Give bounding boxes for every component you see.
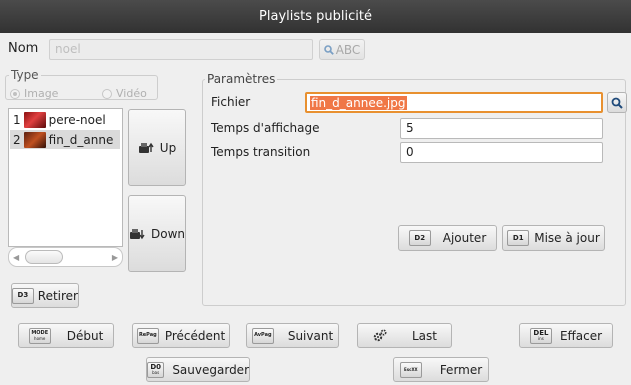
printer-down-icon [129,228,145,239]
retirer-label: Retirer [37,288,78,303]
effacer-label: Effacer [559,328,603,343]
fermer-button[interactable]: EscXX Fermer [393,357,489,382]
printer-up-icon [138,142,154,153]
temps-transition-label: Temps transition [211,145,311,159]
key-badge: D3 [12,287,34,304]
magnifier-icon [323,44,334,55]
magnifier-icon [611,97,623,109]
key-badge: DEL ins [529,327,552,344]
effacer-button[interactable]: DEL ins Effacer [519,323,613,348]
key-badge: MODE home [28,327,51,344]
up-button[interactable]: Up [128,109,186,186]
key-badge: D1 [507,230,530,246]
list-item-thumbnail [23,131,46,148]
list-item-index: 2 [13,132,21,147]
radio-video-label: Vidéo [116,87,147,100]
fichier-search-button[interactable] [607,92,627,113]
window-title: Playlists publicité [0,0,631,33]
key-badge: AvPag [251,327,274,344]
parametres-group [202,79,626,306]
radio-video-dot [102,88,112,99]
temps-transition-input[interactable]: 0 [400,142,603,163]
key-subtext: home [34,336,46,341]
nom-input[interactable]: noel [49,39,313,60]
fichier-input[interactable]: fin_d_annee.jpg [305,92,603,113]
list-item-index: 1 [13,112,21,127]
radio-image-dot [10,88,20,99]
precedent-button[interactable]: RePag Précédent [132,323,230,348]
key-badge: EscXX [399,361,422,378]
temps-affichage-input[interactable]: 5 [400,118,603,139]
temps-affichage-label: Temps d'affichage [211,121,320,135]
retirer-button[interactable]: D3 Retirer [11,283,79,308]
debut-button[interactable]: MODE home Début [18,323,114,348]
key-badge: D2 [408,230,431,246]
sauvegarder-label: Sauvegarder [172,362,249,377]
list-item-thumbnail [23,111,46,128]
radio-image[interactable]: Image [10,87,58,100]
suivant-label: Suivant [287,328,334,343]
scroll-right-icon[interactable]: ▶ [112,253,118,262]
gears-icon [373,328,387,341]
suivant-button[interactable]: AvPag Suivant [246,323,339,348]
down-label: Down [150,226,185,241]
last-button[interactable]: Last [357,323,452,348]
fichier-label: Fichier [211,95,251,109]
parametres-label: Paramètres [205,72,278,86]
last-label: Last [412,328,437,343]
nom-label: Nom [8,41,39,56]
radio-video[interactable]: Vidéo [102,87,147,100]
sauvegarder-button[interactable]: D0 bas Sauvegarder [146,357,250,382]
list-item-name: pere-noel [48,112,106,127]
fermer-label: Fermer [439,362,483,377]
key-badge: D0 bas [147,361,165,378]
key-subtext: bas [152,370,160,375]
list-item-name: fin_d_anne [48,132,114,147]
precedent-label: Précédent [164,328,226,343]
list-item[interactable]: 1 pere-noel [10,110,120,129]
type-label: Type [9,68,41,82]
key-subtext: ins [538,336,544,341]
ajouter-label: Ajouter [442,231,487,245]
mise-a-jour-label: Mise à jour [534,231,600,245]
up-label: Up [159,140,177,155]
down-button[interactable]: Down [128,195,186,272]
list-scrollbar[interactable]: ◀ ▶ [8,247,123,267]
list-item[interactable]: 2 fin_d_anne [10,130,120,149]
ajouter-button[interactable]: D2 Ajouter [398,225,497,251]
mise-a-jour-button[interactable]: D1 Mise à jour [502,225,605,251]
fichier-value: fin_d_annee.jpg [310,96,407,110]
debut-label: Début [66,328,104,343]
abc-search-button[interactable]: ABC [319,39,365,60]
key-badge: RePag [136,327,159,344]
scrollbar-handle[interactable] [25,250,63,264]
playlist-list[interactable]: 1 pere-noel 2 fin_d_anne [8,108,123,247]
abc-label: ABC [335,42,361,57]
scroll-left-icon[interactable]: ◀ [13,253,19,262]
radio-image-label: Image [24,87,59,100]
